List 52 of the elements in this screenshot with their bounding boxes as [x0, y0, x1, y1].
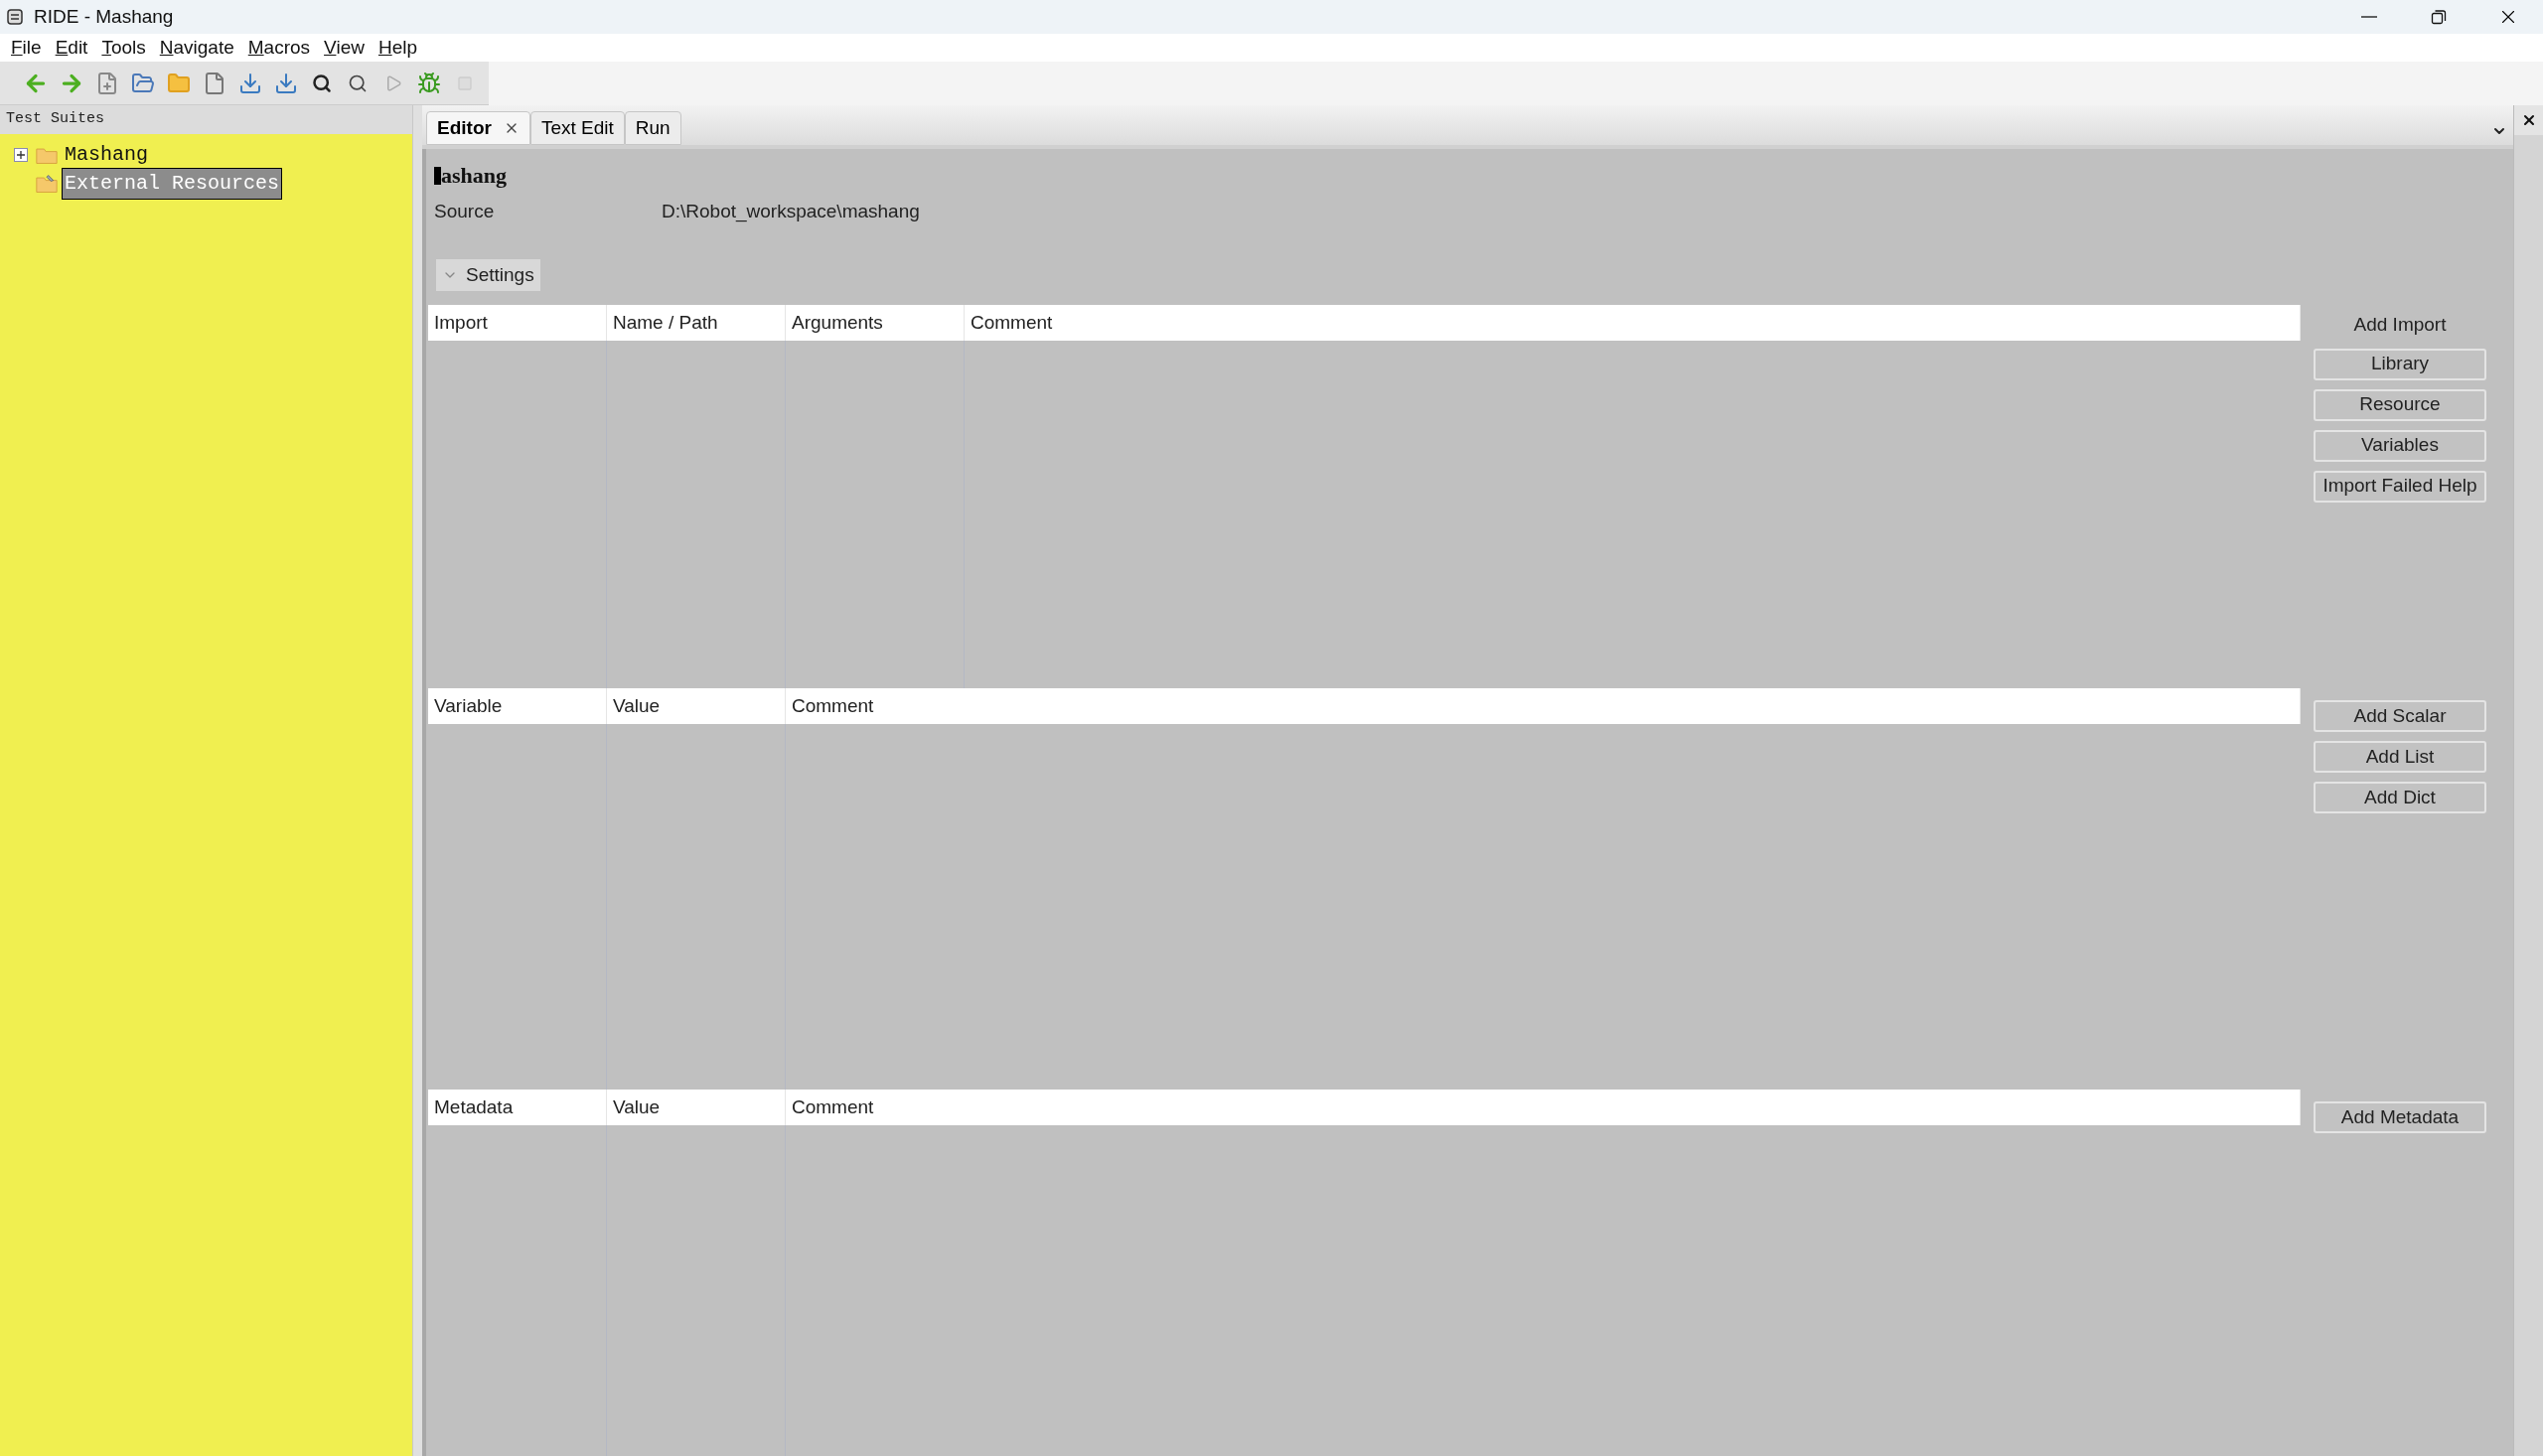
menu-item[interactable]: View	[317, 33, 372, 63]
menu-item[interactable]: Macros	[240, 33, 318, 63]
column-header: Value	[607, 688, 786, 724]
save-icon	[238, 71, 262, 95]
column-header: Import	[428, 305, 607, 341]
tab[interactable]: Editor	[426, 111, 530, 145]
menu-item[interactable]: Help	[371, 33, 424, 63]
action-button[interactable]: Add List	[2314, 741, 2486, 773]
column-header: Comment	[786, 688, 2301, 724]
save-all-icon	[274, 71, 298, 95]
window-title: RIDE - Mashang	[34, 4, 174, 29]
column-header: Name / Path	[607, 305, 786, 341]
tab[interactable]: Text Edit	[529, 111, 625, 145]
add-import-label: Add Import	[2353, 313, 2447, 337]
tab[interactable]: Run	[624, 111, 681, 145]
column-header: Metadata	[428, 1090, 607, 1125]
app-icon	[6, 8, 24, 26]
source-path: D:\Robot_workspace\mashang	[662, 199, 920, 224]
close-panel-button[interactable]	[2514, 105, 2543, 135]
bug-icon	[417, 71, 441, 95]
menu-item[interactable]: Edit	[48, 33, 95, 63]
action-button[interactable]: Add Scalar	[2314, 700, 2486, 732]
action-button[interactable]: Import Failed Help	[2314, 470, 2486, 503]
column-header: Variable	[428, 688, 607, 724]
column-header: Comment	[965, 305, 2301, 341]
play-icon	[384, 73, 402, 92]
action-button[interactable]: Add Dict	[2314, 782, 2486, 813]
search-icon	[348, 73, 368, 93]
action-button[interactable]: Variables	[2314, 429, 2486, 462]
column-header: Value	[607, 1090, 786, 1125]
cursor	[434, 166, 441, 185]
action-button[interactable]: Add Metadata	[2314, 1101, 2486, 1133]
new-file-icon	[95, 71, 119, 95]
menu-item[interactable]: Navigate	[152, 33, 241, 63]
settings-toggle[interactable]: Settings	[436, 259, 540, 291]
action-button[interactable]: Library	[2314, 348, 2486, 380]
search-icon	[312, 73, 332, 93]
folder-wrench-icon	[36, 172, 58, 195]
file-icon	[203, 71, 226, 95]
minimize-icon	[2361, 16, 2377, 18]
restore-icon	[2431, 9, 2447, 25]
menu-item[interactable]: File	[4, 33, 49, 63]
open-folder-icon	[131, 71, 155, 95]
source-label: Source	[434, 199, 496, 223]
suite-title: ashang	[441, 162, 508, 190]
action-button[interactable]: Resource	[2314, 388, 2486, 421]
menu-item[interactable]: Tools	[94, 33, 153, 63]
panel-title: Test Suites	[6, 109, 105, 130]
folder-icon	[167, 71, 191, 95]
column-header: Comment	[786, 1090, 2301, 1125]
column-header: Arguments	[786, 305, 965, 341]
expand-toggle[interactable]	[14, 147, 28, 162]
